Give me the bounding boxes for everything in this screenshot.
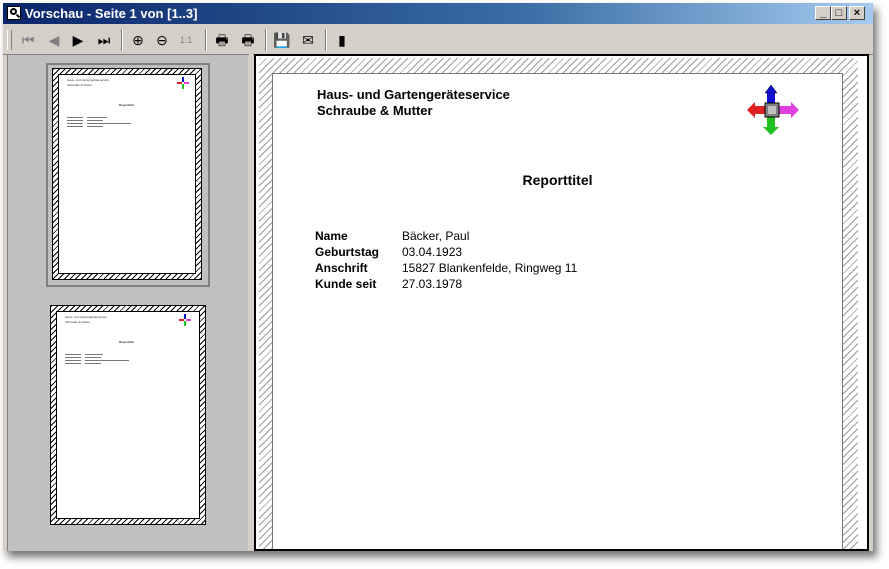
window-title: Vorschau - Seite 1 von [1..3] — [25, 6, 198, 21]
floppy-disk-icon[interactable]: 💾 — [271, 29, 293, 51]
field-label: Anschrift — [315, 261, 368, 275]
thumb-line — [65, 354, 81, 355]
thumb-company-2: Schraube & Mutter — [65, 320, 91, 324]
company-header: Haus- und Gartengeräteservice Schraube &… — [317, 87, 510, 119]
page-preview[interactable]: Haus- und Gartengeräteservice Schraube &… — [254, 54, 869, 551]
thumb-line — [85, 360, 129, 361]
thumb-line — [65, 363, 81, 364]
toolbar-grip[interactable] — [7, 30, 12, 50]
panel-splitter[interactable] — [249, 54, 253, 551]
thumb-line — [87, 126, 103, 127]
printer-setup-icon[interactable]: 🖶 — [237, 29, 259, 51]
zoom-in-icon[interactable]: ⊕ — [127, 29, 149, 51]
thumb-logo-icon — [177, 77, 189, 89]
report-fields: Name Bäcker, Paul Geburtstag 03.04.1923 An… — [315, 228, 577, 292]
toolbar-separator — [265, 29, 267, 51]
company-logo-icon — [747, 84, 799, 135]
zoom-out-icon[interactable]: ⊖ — [151, 29, 173, 51]
thumb-line — [85, 354, 103, 355]
magnifier-app-icon[interactable] — [7, 6, 21, 20]
field-label: Geburtstag — [315, 245, 380, 259]
thumb-company: Haus- und Gartengeräteservice — [67, 78, 109, 82]
thumb-line — [67, 126, 83, 127]
report-title: Reporttitel — [522, 172, 593, 188]
field-value: Bäcker, Paul — [402, 229, 470, 243]
first-page-icon[interactable]: ⏮ — [17, 29, 39, 51]
printer-icon[interactable]: 🖶 — [211, 29, 233, 51]
previous-page-icon[interactable]: ◀ — [43, 29, 65, 51]
field-value: 15827 Blankenfelde, Ringweg 11 — [402, 261, 578, 275]
field-value: 27.03.1978 — [402, 277, 463, 291]
thumb-title: Reporttitel — [119, 103, 134, 107]
minimize-button[interactable]: _ — [815, 6, 831, 20]
thumbnail-panel[interactable]: Haus- und Gartengeräteservice Schraube &… — [7, 54, 248, 551]
thumb-line — [65, 360, 81, 361]
actual-size-icon[interactable]: 1:1 — [175, 29, 197, 51]
toolbar: ⏮ ◀ ▶ ⏭ ⊕ ⊖ 1:1 🖶 🖶 💾 ✉ ▮ — [3, 25, 873, 55]
company-subtitle: Schraube & Mutter — [317, 103, 433, 118]
thumb-line — [87, 117, 107, 118]
preview-window: Vorschau - Seite 1 von [1..3] _ □ × ⏮ ◀ … — [3, 3, 873, 551]
thumb-logo-icon — [179, 314, 191, 326]
field-row-birthday: Geburtstag 03.04.1923 — [315, 244, 577, 260]
thumb-title: Reporttitel — [119, 340, 134, 344]
toolbar-separator — [121, 29, 123, 51]
thumbnail-page-content: Haus- und Gartengeräteservice Schraube &… — [56, 311, 200, 519]
thumb-line — [85, 363, 101, 364]
toolbar-separator — [205, 29, 207, 51]
envelope-icon[interactable]: ✉ — [297, 29, 319, 51]
thumb-line — [65, 357, 81, 358]
next-page-icon[interactable]: ▶ — [67, 29, 89, 51]
thumb-company-2: Schraube & Mutter — [67, 83, 93, 87]
field-row-address: Anschrift 15827 Blankenfelde, Ringweg 11 — [315, 260, 577, 276]
thumbnail-page-frame: Haus- und Gartengeräteservice Schraube &… — [52, 68, 202, 280]
title-bar[interactable]: Vorschau - Seite 1 von [1..3] _ □ × — [3, 3, 873, 24]
report-page: Haus- und Gartengeräteservice Schraube &… — [272, 73, 843, 549]
thumb-line — [67, 123, 83, 124]
company-name: Haus- und Gartengeräteservice — [317, 87, 510, 102]
thumb-company: Haus- und Gartengeräteservice — [65, 315, 107, 319]
field-row-customer-since: Kunde seit 27.03.1978 — [315, 276, 577, 292]
exit-door-icon[interactable]: ▮ — [331, 29, 353, 51]
field-row-name: Name Bäcker, Paul — [315, 228, 577, 244]
maximize-button[interactable]: □ — [831, 6, 847, 20]
toolbar-separator — [325, 29, 327, 51]
field-label: Name — [315, 229, 348, 243]
thumbnail-page-content: Haus- und Gartengeräteservice Schraube &… — [58, 74, 196, 274]
field-value: 03.04.1923 — [402, 245, 463, 259]
thumb-line — [67, 117, 83, 118]
thumbnail-page-2[interactable]: Haus- und Gartengeräteservice Schraube &… — [50, 305, 206, 525]
field-label: Kunde seit — [315, 277, 377, 291]
thumb-line — [87, 123, 131, 124]
thumb-line — [85, 357, 101, 358]
thumbnail-page-1[interactable]: Haus- und Gartengeräteservice Schraube &… — [46, 63, 210, 287]
thumb-line — [67, 120, 83, 121]
close-button[interactable]: × — [849, 6, 865, 20]
thumb-line — [87, 120, 103, 121]
last-page-icon[interactable]: ⏭ — [93, 29, 115, 51]
